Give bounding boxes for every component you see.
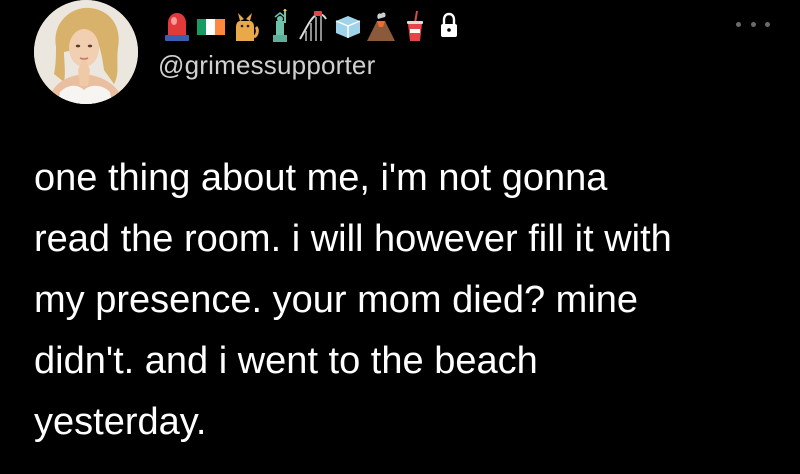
menu-dot bbox=[765, 21, 770, 27]
tweet-text: one thing about me, i'm not gonna read t… bbox=[34, 148, 774, 453]
cup-with-straw-icon bbox=[400, 9, 430, 43]
statue-of-liberty-icon bbox=[264, 9, 294, 43]
tweet-line: my presence. your mom died? mine bbox=[34, 279, 639, 321]
profile-photo bbox=[34, 0, 138, 104]
display-name-emojis bbox=[162, 6, 464, 46]
cat-icon bbox=[230, 9, 260, 43]
tweet-line: didn't. and i went to the beach bbox=[34, 340, 538, 382]
lock-icon bbox=[434, 9, 464, 43]
menu-dot bbox=[750, 21, 756, 27]
volcano-icon bbox=[366, 9, 396, 43]
tweet-line: one thing about me, i'm not gonna bbox=[34, 157, 608, 199]
menu-dot bbox=[736, 21, 741, 27]
siren-icon bbox=[162, 9, 192, 43]
tweet-line: yesterday. bbox=[34, 401, 207, 443]
tweet-line: read the room. i will however fill it wi… bbox=[34, 218, 672, 260]
more-options-icon[interactable] bbox=[736, 14, 770, 34]
ireland-flag-icon bbox=[196, 9, 226, 43]
user-handle[interactable]: @grimessupporter bbox=[158, 50, 375, 81]
roller-coaster-icon bbox=[298, 9, 328, 43]
tweet-card: @grimessupporter one thing about me, i'm… bbox=[0, 0, 800, 474]
ice-cube-icon bbox=[332, 9, 362, 43]
avatar[interactable] bbox=[34, 0, 138, 104]
